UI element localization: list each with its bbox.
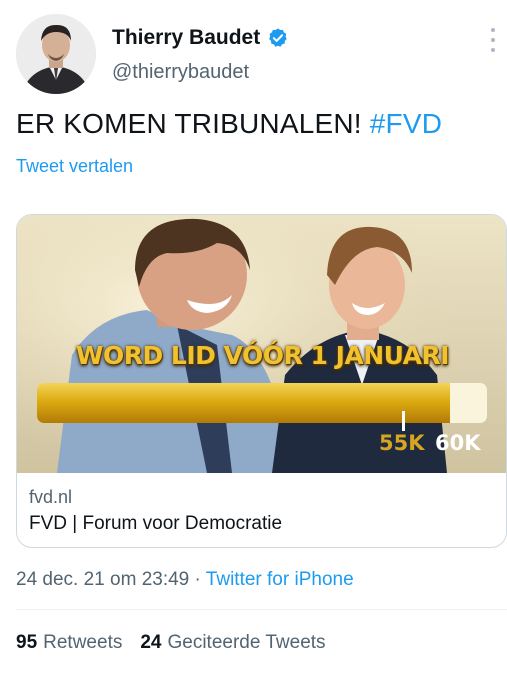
- retweets-label: Retweets: [43, 632, 123, 653]
- hashtag-link[interactable]: #FVD: [370, 108, 442, 139]
- progress-fill: [37, 383, 450, 423]
- card-title: FVD | Forum voor Democratie: [29, 513, 283, 534]
- banner-headline: WORD LID VÓÓR 1 JANUARI: [75, 341, 450, 370]
- author-handle[interactable]: @thierrybaudet: [112, 61, 249, 84]
- membership-progress-bar: [37, 383, 487, 423]
- author-name[interactable]: Thierry Baudet: [112, 26, 260, 50]
- tweet-meta: 24 dec. 21 om 23:49 · Twitter for iPhone: [16, 569, 354, 591]
- tweet-header: Thierry Baudet @thierrybaudet: [16, 14, 500, 96]
- retweets-stat[interactable]: 95 Retweets: [16, 632, 122, 654]
- card-meta[interactable]: fvd.nl FVD | Forum voor Democratie: [17, 473, 506, 547]
- tweet-timestamp[interactable]: 24 dec. 21 om 23:49: [16, 569, 189, 590]
- meta-separator: ·: [189, 569, 206, 590]
- quote-tweets-stat[interactable]: 24 Geciteerde Tweets: [140, 632, 325, 654]
- card-domain: fvd.nl: [29, 487, 73, 507]
- avatar[interactable]: [16, 14, 96, 94]
- tweet-source-link[interactable]: Twitter for iPhone: [206, 569, 354, 590]
- progress-marker: [402, 411, 405, 431]
- retweets-count: 95: [16, 632, 38, 653]
- quote-tweets-label: Geciteerde Tweets: [167, 632, 326, 653]
- progress-current-label: 55K: [379, 431, 425, 455]
- tweet-stats: 95 Retweets 24 Geciteerde Tweets: [16, 632, 344, 654]
- progress-target-label: 60K: [435, 431, 481, 455]
- profile-photo-icon: [16, 14, 96, 94]
- author-name-row[interactable]: Thierry Baudet: [112, 26, 289, 50]
- tweet-text: ER KOMEN TRIBUNALEN! #FVD: [16, 108, 442, 140]
- verified-badge-icon: [267, 27, 289, 49]
- card-image[interactable]: WORD LID VÓÓR 1 JANUARI 55K 60K: [17, 215, 506, 473]
- link-card[interactable]: WORD LID VÓÓR 1 JANUARI 55K 60K fvd.nl F…: [16, 214, 507, 548]
- translate-tweet-link[interactable]: Tweet vertalen: [16, 156, 133, 177]
- more-options-icon[interactable]: [488, 28, 498, 52]
- quote-tweets-count: 24: [140, 632, 162, 653]
- divider: [16, 609, 507, 610]
- tweet-body: ER KOMEN TRIBUNALEN!: [16, 108, 362, 139]
